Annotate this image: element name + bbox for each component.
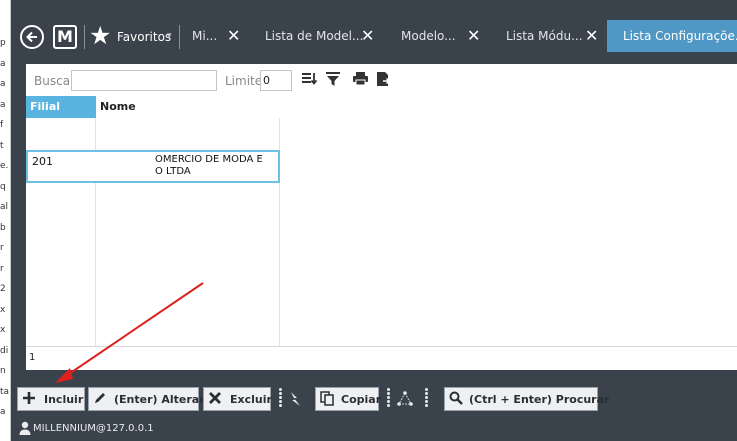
procurar-button[interactable]: (Ctrl + Enter) Procurar [444,387,609,411]
background-window-edge: p a a a f t e. q al b r r 2 x x di n ta a [0,0,11,441]
cell-nome-line: O LTDA [155,166,191,177]
favorites-menu[interactable]: Favoritos [117,30,171,44]
search-input[interactable] [71,70,217,91]
delete-x-icon [209,392,221,404]
tab-modelo[interactable]: Modelo... ✕ [389,20,485,52]
toolbar-separator [278,387,284,411]
background-text-fragment: ta [0,386,10,397]
background-text-fragment: f [0,120,4,130]
divider [84,25,85,49]
tab-lista-de-modelos[interactable]: Lista de Model... ✕ [251,20,382,52]
star-icon[interactable]: ★ [89,22,111,50]
close-icon[interactable]: ✕ [585,26,598,45]
user-icon [19,421,31,435]
excluir-button[interactable]: Excluir [203,387,272,411]
background-text-fragment: a [0,79,6,89]
background-text-fragment: a [0,99,6,110]
background-text-fragment: b [0,222,6,233]
record-count-bar: 1 [26,346,737,370]
plus-icon [23,392,35,404]
background-text-fragment: x [0,304,6,315]
background-text-fragment: a [0,58,6,69]
application-window: { "topbar": { "favorites_label": "Favori… [0,0,737,441]
alterar-button[interactable]: (Enter) Alterar [88,387,205,411]
network-nodes-icon[interactable] [396,390,414,408]
column-header-nome[interactable]: Nome [96,96,279,118]
toolbar-separator [386,387,392,411]
record-count: 1 [29,352,36,363]
background-text-fragment: n [0,366,6,376]
search-icon [449,391,463,405]
lightning-icon[interactable] [288,390,304,408]
tab-label: Modelo... [401,29,456,43]
button-label: Incluir [44,393,84,406]
table-row[interactable]: 201 OMERCIO DE MODA E O LTDA [26,150,280,183]
data-grid[interactable]: Filial Nome 201 OMERCIO DE MODA E O LTDA [26,95,737,347]
search-toolbar: Buscar Limite 0 [26,64,737,95]
background-text-fragment: x [0,325,6,335]
millennium-logo-icon[interactable]: M [53,25,77,49]
tab-label: Lista Configuraçõe... [623,29,737,43]
button-label: Copiar [341,393,382,406]
column-header-filial[interactable]: Filial [26,96,96,118]
close-icon[interactable]: ✕ [467,26,480,45]
user-host-label: MILLENNIUM@127.0.0.1 [33,423,154,434]
search-label: Buscar [34,74,75,88]
tab-lista-configuracoes[interactable]: Lista Configuraçõe... [607,20,737,52]
tab-label: Lista de Model... [265,29,364,43]
chevron-down-icon[interactable]: ▾ [167,31,172,41]
sort-icon[interactable] [301,71,317,87]
cell-nome-line: OMERCIO DE MODA E [155,154,263,165]
filter-icon[interactable] [325,71,341,87]
background-text-fragment: r [0,263,4,274]
button-label: Excluir [230,393,272,406]
content-panel: Buscar Limite 0 Filial Nome 201 OMERCIO … [26,64,737,370]
back-button[interactable] [20,25,44,49]
background-text-fragment: q [0,181,6,192]
background-text-fragment: di [0,345,9,356]
top-bar: M ★ Favoritos ▾ Mi... ✕ Lista de Model..… [11,0,737,52]
background-text-fragment: p [0,38,6,48]
status-bar: MILLENNIUM@127.0.0.1 [11,418,737,441]
background-text-fragment: a [0,407,6,417]
copy-icon [320,391,334,406]
background-text-fragment: al [0,202,9,212]
close-icon[interactable]: ✕ [361,26,374,45]
limit-label: Limite [225,74,263,88]
tab-mi[interactable]: Mi... ✕ [179,20,245,52]
incluir-button[interactable]: Incluir [17,387,85,411]
background-text-fragment: t [0,140,4,151]
button-label: (Enter) Alterar [114,393,205,406]
limit-input[interactable]: 0 [260,70,292,91]
tab-label: Mi... [192,29,218,43]
print-icon[interactable] [352,71,369,87]
pencil-icon [95,393,105,403]
cell-nome: OMERCIO DE MODA E O LTDA [155,154,263,178]
background-text-fragment: r [0,243,4,253]
toolbar-separator [424,387,430,411]
close-icon[interactable]: ✕ [227,26,240,45]
export-icon[interactable] [375,71,391,87]
tab-label: Lista Módu... [506,29,583,43]
background-text-fragment: e. [0,161,9,171]
background-text-fragment: 2 [0,284,6,294]
copiar-button[interactable]: Copiar [315,387,382,411]
cell-filial: 201 [32,155,53,168]
tab-lista-modulos[interactable]: Lista Módu... ✕ [494,20,607,52]
arrow-left-icon [26,31,37,43]
button-label: (Ctrl + Enter) Procurar [469,393,610,406]
